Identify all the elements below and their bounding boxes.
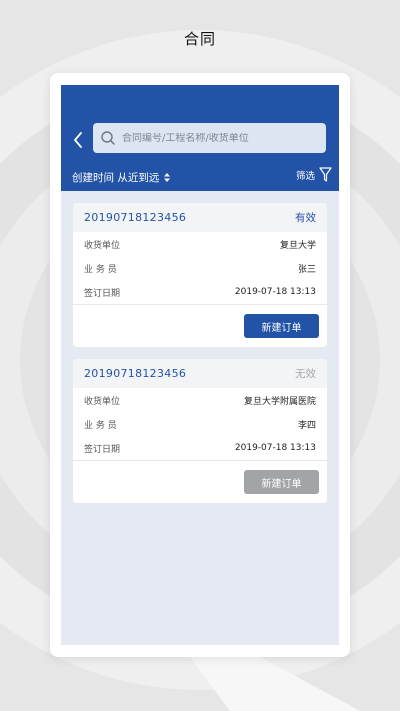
receiver-label: 收货单位 bbox=[84, 240, 121, 251]
status-badge: 有效 bbox=[295, 212, 316, 224]
contract-card[interactable]: 20190718123456 有效 收货单位 复旦大学 业 务 员 张三 签订日… bbox=[73, 203, 327, 347]
phone-frame: 创建时间 从近到远 筛选 2019071 bbox=[50, 73, 350, 657]
salesperson-value: 李四 bbox=[297, 420, 316, 431]
signed-date-label: 签订日期 bbox=[84, 444, 121, 455]
signed-date-row: 签订日期 2019-07-18 13:13 bbox=[84, 280, 316, 304]
sort-label: 创建时间 从近到远 bbox=[72, 172, 160, 184]
funnel-icon bbox=[319, 167, 332, 183]
new-order-button[interactable]: 新建订单 bbox=[244, 314, 319, 338]
sort-control[interactable]: 创建时间 从近到远 bbox=[72, 170, 171, 185]
sort-arrows-icon bbox=[164, 173, 171, 182]
back-button[interactable] bbox=[69, 130, 87, 150]
salesperson-value: 张三 bbox=[297, 264, 316, 275]
contract-card-header: 20190718123456 有效 bbox=[73, 203, 327, 232]
search-input[interactable] bbox=[122, 132, 317, 144]
app-screen: 创建时间 从近到远 筛选 2019071 bbox=[61, 85, 339, 645]
contract-details: 收货单位 复旦大学附属医院 业 务 员 李四 签订日期 2019-07-18 1… bbox=[73, 388, 327, 461]
contract-number: 20190718123456 bbox=[84, 367, 187, 380]
signed-date-value: 2019-07-18 13:13 bbox=[234, 443, 316, 453]
contract-number: 20190718123456 bbox=[84, 211, 187, 224]
contract-card-header: 20190718123456 无效 bbox=[73, 359, 327, 388]
receiver-row: 收货单位 复旦大学 bbox=[84, 232, 316, 256]
search-box[interactable] bbox=[93, 123, 326, 153]
salesperson-row: 业 务 员 李四 bbox=[84, 412, 316, 436]
receiver-row: 收货单位 复旦大学附属医院 bbox=[84, 388, 316, 412]
signed-date-row: 签订日期 2019-07-18 13:13 bbox=[84, 436, 316, 460]
signed-date-value: 2019-07-18 13:13 bbox=[234, 287, 316, 297]
chevron-left-icon bbox=[74, 132, 82, 148]
new-order-button: 新建订单 bbox=[244, 470, 319, 494]
filter-button[interactable]: 筛选 bbox=[296, 167, 332, 183]
salesperson-label: 业 务 员 bbox=[84, 420, 117, 431]
search-icon bbox=[100, 130, 116, 146]
promo-title: 合同 bbox=[183, 30, 216, 48]
salesperson-label: 业 务 员 bbox=[84, 264, 117, 275]
header: 创建时间 从近到远 筛选 bbox=[61, 85, 339, 191]
status-badge: 无效 bbox=[295, 368, 316, 380]
signed-date-label: 签订日期 bbox=[84, 288, 121, 299]
contract-card[interactable]: 20190718123456 无效 收货单位 复旦大学附属医院 业 务 员 李四… bbox=[73, 359, 327, 503]
receiver-value: 复旦大学附属医院 bbox=[243, 396, 316, 407]
filter-label: 筛选 bbox=[295, 171, 315, 182]
contract-card-footer: 新建订单 bbox=[73, 461, 327, 503]
contract-details: 收货单位 复旦大学 业 务 员 张三 签订日期 2019-07-18 13:13 bbox=[73, 232, 327, 305]
receiver-value: 复旦大学 bbox=[279, 240, 316, 251]
contract-card-footer: 新建订单 bbox=[73, 305, 327, 347]
receiver-label: 收货单位 bbox=[84, 396, 121, 407]
salesperson-row: 业 务 员 张三 bbox=[84, 256, 316, 280]
